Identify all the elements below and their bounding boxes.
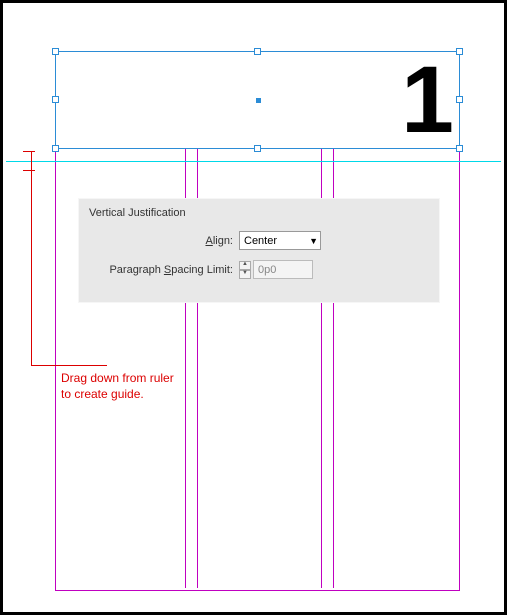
- spacing-input[interactable]: 0p0: [253, 260, 313, 279]
- annotation-line: [31, 151, 32, 365]
- horizontal-guide[interactable]: [6, 161, 501, 162]
- align-label: Align:: [89, 235, 239, 247]
- frame-center-point[interactable]: [256, 98, 261, 103]
- align-select[interactable]: Center ▼: [239, 231, 321, 250]
- spacing-row: Paragraph Spacing Limit: ▲ ▼ 0p0: [89, 260, 429, 279]
- resize-handle-br[interactable]: [456, 145, 463, 152]
- resize-handle-mr[interactable]: [456, 96, 463, 103]
- spacing-spinner: ▲ ▼ 0p0: [239, 260, 313, 279]
- vertical-justification-panel: Vertical Justification Align: Center ▼ P…: [78, 198, 440, 303]
- label-text: pacing Limit:: [171, 264, 233, 276]
- panel-title: Vertical Justification: [89, 207, 429, 219]
- label-accel: A: [205, 235, 212, 247]
- chevron-down-icon: ▼: [309, 236, 318, 246]
- spacing-label: Paragraph Spacing Limit:: [89, 264, 239, 276]
- select-value: Center: [244, 235, 277, 247]
- resize-handle-bl[interactable]: [52, 145, 59, 152]
- resize-handle-tm[interactable]: [254, 48, 261, 55]
- label-text: Paragraph: [109, 264, 163, 276]
- align-row: Align: Center ▼: [89, 231, 429, 250]
- spinner-down-button[interactable]: ▼: [239, 270, 251, 279]
- annotation-line: [31, 365, 107, 366]
- resize-handle-bm[interactable]: [254, 145, 261, 152]
- spinner-up-button[interactable]: ▲: [239, 261, 251, 270]
- label-text: lign:: [213, 235, 233, 247]
- annotation-tick: [23, 151, 35, 152]
- annotation-tick: [23, 170, 35, 171]
- resize-handle-tr[interactable]: [456, 48, 463, 55]
- annotation-text: Drag down from ruler to create guide.: [61, 370, 174, 402]
- resize-handle-tl[interactable]: [52, 48, 59, 55]
- design-canvas[interactable]: 1 Vertical Justification Align: Center ▼…: [3, 3, 504, 612]
- resize-handle-ml[interactable]: [52, 96, 59, 103]
- selected-text-frame[interactable]: [55, 51, 460, 149]
